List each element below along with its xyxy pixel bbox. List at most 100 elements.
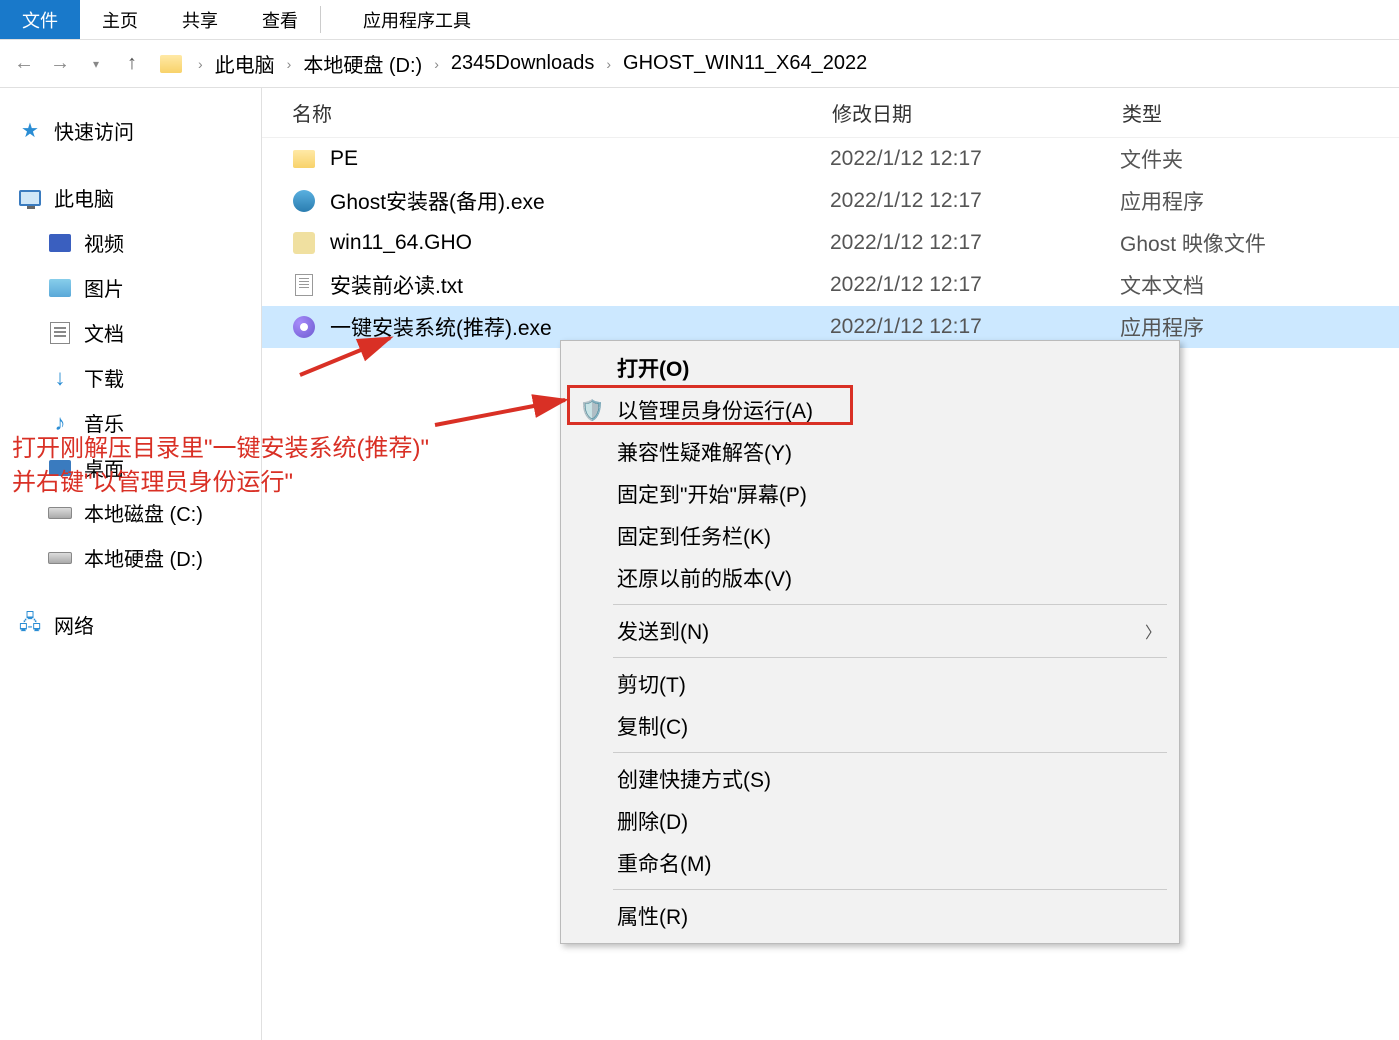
context-menu-item[interactable]: 属性(R) — [563, 895, 1177, 937]
context-menu-label: 固定到任务栏(K) — [617, 521, 771, 551]
context-menu-label: 固定到"开始"屏幕(P) — [617, 479, 807, 509]
sidebar-this-pc[interactable]: 此电脑 — [0, 175, 261, 220]
file-name: win11_64.GHO — [330, 231, 830, 255]
file-date: 2022/1/12 12:17 — [830, 231, 1120, 255]
context-menu-separator — [613, 752, 1167, 753]
file-icon — [292, 315, 316, 339]
file-icon — [292, 231, 316, 255]
context-menu-item[interactable]: 固定到"开始"屏幕(P) — [563, 473, 1177, 515]
context-menu-item[interactable]: 打开(O) — [563, 347, 1177, 389]
nav-bar: ← → ▾ ↑ › 此电脑 › 本地硬盘 (D:) › 2345Download… — [0, 40, 1399, 88]
sidebar-label: 图片 — [84, 273, 124, 302]
sidebar-item-documents[interactable]: 文档 — [0, 310, 261, 355]
context-menu-label: 创建快捷方式(S) — [617, 764, 771, 794]
context-menu-item[interactable]: 发送到(N)〉 — [563, 610, 1177, 652]
context-menu-label: 剪切(T) — [617, 669, 686, 699]
context-menu-item[interactable]: 还原以前的版本(V) — [563, 557, 1177, 599]
nav-up-button[interactable]: ↑ — [116, 48, 148, 80]
nav-recent-dropdown[interactable]: ▾ — [80, 48, 112, 80]
context-menu-label: 还原以前的版本(V) — [617, 563, 792, 593]
file-name: 安装前必读.txt — [330, 270, 830, 300]
ribbon-tab-home[interactable]: 主页 — [80, 0, 160, 39]
sidebar-label: 音乐 — [84, 408, 124, 437]
context-menu-item[interactable]: 创建快捷方式(S) — [563, 758, 1177, 800]
download-icon: ↓ — [48, 368, 72, 388]
sidebar-label: 网络 — [54, 610, 94, 639]
breadcrumb-item[interactable]: GHOST_WIN11_X64_2022 — [623, 52, 867, 75]
pc-icon — [18, 188, 42, 208]
context-menu-label: 兼容性疑难解答(Y) — [617, 437, 792, 467]
file-row[interactable]: 安装前必读.txt2022/1/12 12:17文本文档 — [262, 264, 1399, 306]
breadcrumb-item[interactable]: 2345Downloads — [451, 52, 594, 75]
file-row[interactable]: Ghost安装器(备用).exe2022/1/12 12:17应用程序 — [262, 180, 1399, 222]
file-type: 应用程序 — [1120, 186, 1399, 216]
ribbon-tab-file[interactable]: 文件 — [0, 0, 80, 39]
sidebar-quick-access[interactable]: ★ 快速访问 — [0, 108, 261, 153]
file-date: 2022/1/12 12:17 — [830, 147, 1120, 171]
file-icon — [292, 273, 316, 297]
file-icon — [292, 189, 316, 213]
drive-icon — [48, 548, 72, 568]
breadcrumb-item[interactable]: 本地硬盘 (D:) — [303, 49, 422, 78]
ribbon-tab-view[interactable]: 查看 — [240, 0, 320, 39]
file-row[interactable]: PE2022/1/12 12:17文件夹 — [262, 138, 1399, 180]
video-icon — [48, 233, 72, 253]
context-menu-item[interactable]: 固定到任务栏(K) — [563, 515, 1177, 557]
nav-forward-button[interactable]: → — [44, 48, 76, 80]
context-menu-item[interactable]: 删除(D) — [563, 800, 1177, 842]
context-menu-label: 打开(O) — [617, 353, 689, 383]
context-menu-item[interactable]: 复制(C) — [563, 705, 1177, 747]
picture-icon — [48, 278, 72, 298]
context-menu-item[interactable]: 兼容性疑难解答(Y) — [563, 431, 1177, 473]
desktop-icon — [48, 458, 72, 478]
context-menu-item[interactable]: 剪切(T) — [563, 663, 1177, 705]
context-menu-separator — [613, 604, 1167, 605]
ribbon-tab-apptools[interactable]: 应用程序工具 — [341, 0, 493, 39]
sidebar-label: 桌面 — [84, 453, 124, 482]
sidebar-item-pictures[interactable]: 图片 — [0, 265, 261, 310]
ribbon-tabs: 文件 主页 共享 查看 应用程序工具 — [0, 0, 1399, 40]
breadcrumb[interactable]: › 此电脑 › 本地硬盘 (D:) › 2345Downloads › GHOS… — [160, 49, 867, 78]
nav-back-button[interactable]: ← — [8, 48, 40, 80]
context-menu-label: 复制(C) — [617, 711, 688, 741]
file-name: 一键安装系统(推荐).exe — [330, 312, 830, 342]
file-date: 2022/1/12 12:17 — [830, 273, 1120, 297]
col-header-name[interactable]: 名称 — [292, 98, 832, 127]
chevron-right-icon: › — [606, 56, 611, 72]
drive-icon — [48, 503, 72, 523]
context-menu-separator — [613, 889, 1167, 890]
sidebar-item-videos[interactable]: 视频 — [0, 220, 261, 265]
folder-icon — [160, 55, 182, 73]
col-header-type[interactable]: 类型 — [1122, 98, 1399, 127]
ribbon-separator — [320, 6, 321, 33]
sidebar-network[interactable]: 🖧 网络 — [0, 602, 261, 647]
document-icon — [48, 323, 72, 343]
sidebar-label: 此电脑 — [54, 183, 114, 212]
file-name: Ghost安装器(备用).exe — [330, 186, 830, 216]
ribbon-tab-share[interactable]: 共享 — [160, 0, 240, 39]
file-row[interactable]: win11_64.GHO2022/1/12 12:17Ghost 映像文件 — [262, 222, 1399, 264]
file-name: PE — [330, 147, 830, 171]
sidebar-item-drive-c[interactable]: 本地磁盘 (C:) — [0, 490, 261, 535]
file-icon — [292, 147, 316, 171]
col-header-date[interactable]: 修改日期 — [832, 98, 1122, 127]
sidebar-item-music[interactable]: ♪ 音乐 — [0, 400, 261, 445]
context-menu: 打开(O) 🛡️以管理员身份运行(A) 兼容性疑难解答(Y) 固定到"开始"屏幕(P)… — [560, 340, 1180, 944]
file-type: 应用程序 — [1120, 312, 1399, 342]
sidebar-label: 视频 — [84, 228, 124, 257]
chevron-right-icon: › — [198, 56, 203, 72]
file-type: 文本文档 — [1120, 270, 1399, 300]
sidebar-item-drive-d[interactable]: 本地硬盘 (D:) — [0, 535, 261, 580]
chevron-right-icon: › — [434, 56, 439, 72]
sidebar: ★ 快速访问 此电脑 视频 图片 文档 ↓ 下载 ♪ 音乐 — [0, 88, 262, 1040]
breadcrumb-item[interactable]: 此电脑 — [215, 49, 275, 78]
sidebar-item-desktop[interactable]: 桌面 — [0, 445, 261, 490]
file-date: 2022/1/12 12:17 — [830, 315, 1120, 339]
sidebar-label: 本地磁盘 (C:) — [84, 498, 203, 527]
context-menu-item[interactable]: 🛡️以管理员身份运行(A) — [563, 389, 1177, 431]
context-menu-label: 删除(D) — [617, 806, 688, 836]
context-menu-item[interactable]: 重命名(M) — [563, 842, 1177, 884]
sidebar-item-downloads[interactable]: ↓ 下载 — [0, 355, 261, 400]
chevron-right-icon: 〉 — [1145, 619, 1161, 643]
context-menu-label: 以管理员身份运行(A) — [617, 395, 813, 425]
